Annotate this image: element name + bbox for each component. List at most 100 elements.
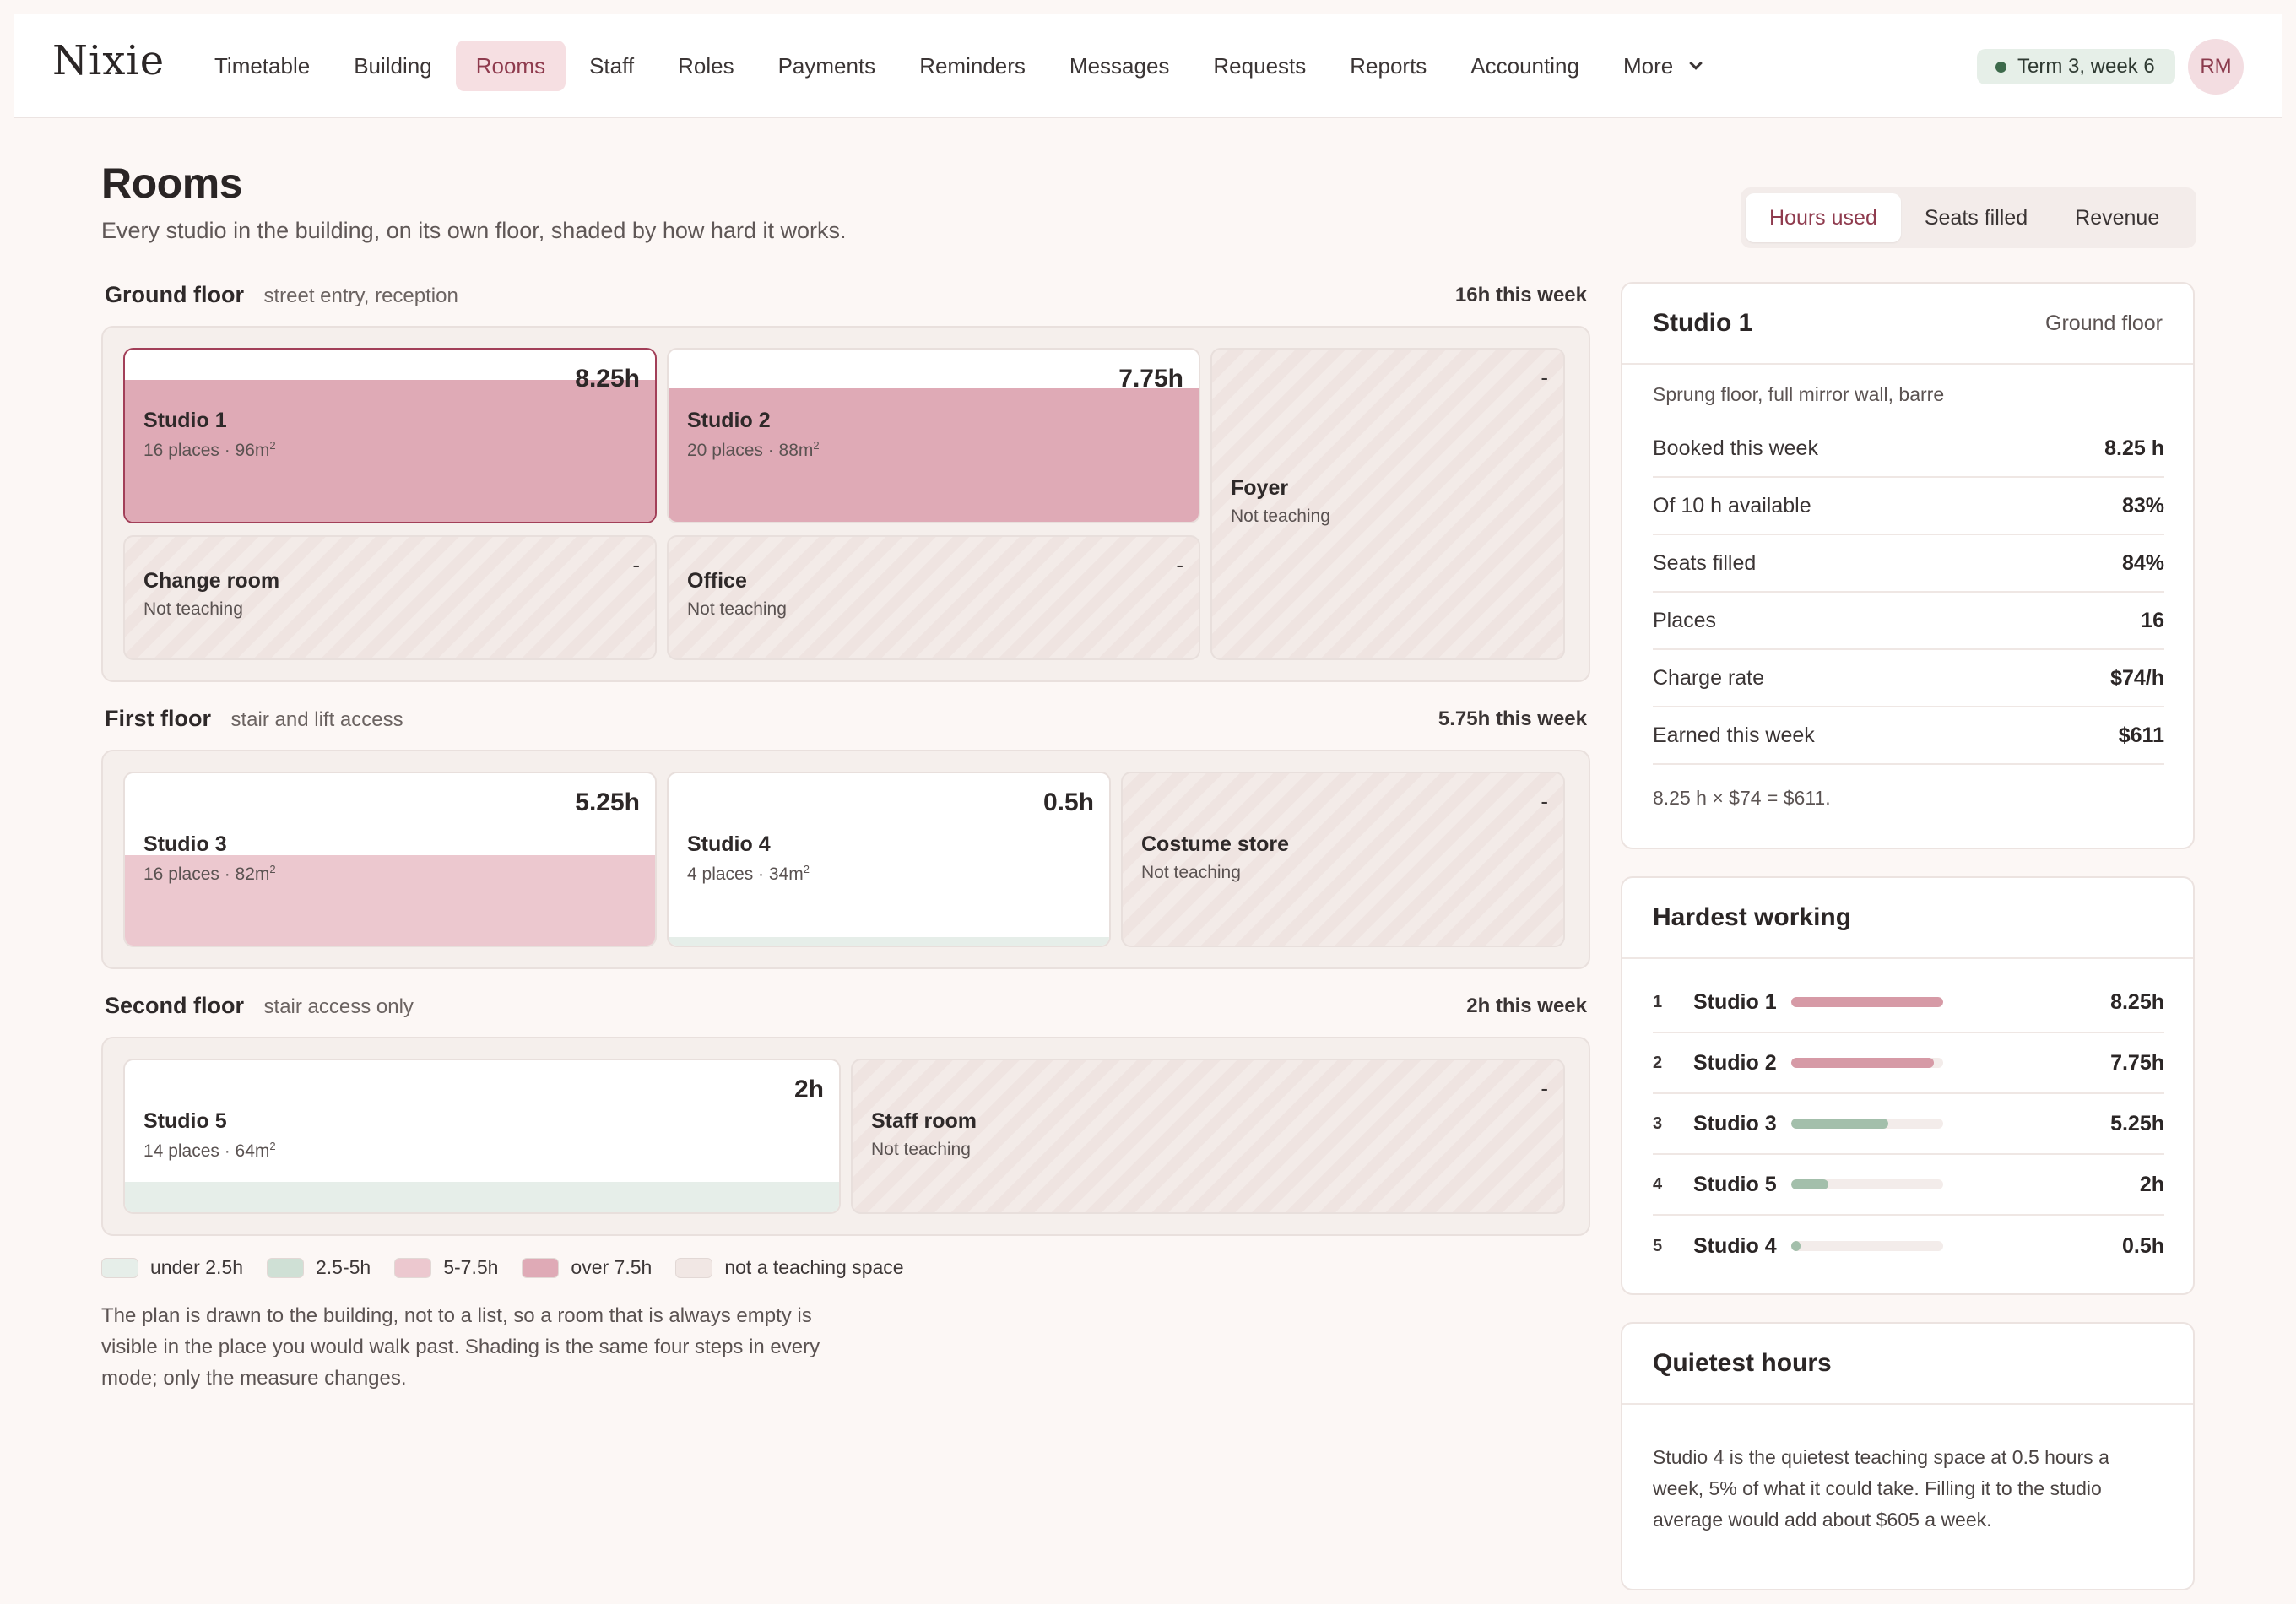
stat-value: 84% bbox=[2121, 550, 2164, 575]
floor-desc: stair and lift access bbox=[230, 708, 403, 731]
user-avatar[interactable]: RM bbox=[2188, 39, 2244, 95]
page-subtitle: Every studio in the building, on its own… bbox=[101, 218, 847, 243]
rank-bar bbox=[1791, 1119, 1888, 1129]
room-value: - bbox=[1541, 365, 1548, 390]
room-name: Studio 1 bbox=[144, 409, 227, 432]
room-name: Studio 2 bbox=[687, 409, 771, 432]
nav-reminders[interactable]: Reminders bbox=[899, 41, 1046, 91]
room-studio-2[interactable]: 7.75h Studio 2 20 places · 88m2 bbox=[667, 348, 1200, 523]
nav-roles[interactable]: Roles bbox=[658, 41, 754, 91]
room-office[interactable]: - Office Not teaching bbox=[667, 535, 1200, 660]
legend-item: 5-7.5h bbox=[394, 1256, 498, 1279]
floor-total: 16h this week bbox=[1454, 284, 1587, 306]
card-header: Studio 1 Ground floor bbox=[1622, 284, 2193, 365]
nav-more-menu[interactable]: More bbox=[1603, 41, 1718, 91]
rank-value: 7.75h bbox=[2110, 1050, 2164, 1075]
legend-label: under 2.5h bbox=[150, 1256, 243, 1278]
rank-number: 2 bbox=[1653, 1053, 1663, 1072]
term-label: Term 3, week 6 bbox=[2017, 55, 2155, 78]
rank-bar bbox=[1791, 997, 1943, 1007]
room-meta-sup: 2 bbox=[813, 439, 820, 452]
rank-row[interactable]: 3 Studio 3 5.25h bbox=[1653, 1094, 2164, 1155]
nav-reports[interactable]: Reports bbox=[1329, 41, 1447, 91]
nav-rooms[interactable]: Rooms bbox=[455, 41, 566, 91]
shading-legend: under 2.5h 2.5-5h 5-7.5h over 7.5h not a… bbox=[101, 1256, 928, 1279]
rank-room-name: Studio 3 bbox=[1693, 1111, 1777, 1135]
main-nav: Timetable Building Rooms Staff Roles Pay… bbox=[194, 41, 1721, 91]
stat-label: Charge rate bbox=[1653, 665, 1765, 690]
stat-row: Earned this week $611 bbox=[1653, 707, 2164, 765]
room-meta: Not teaching bbox=[1231, 507, 1330, 526]
nav-messages[interactable]: Messages bbox=[1049, 41, 1190, 91]
mode-seats-filled[interactable]: Seats filled bbox=[1901, 193, 2051, 242]
room-name: Office bbox=[687, 569, 747, 593]
rank-bar-track bbox=[1791, 1179, 1943, 1189]
nav-requests[interactable]: Requests bbox=[1193, 41, 1326, 91]
nav-accounting[interactable]: Accounting bbox=[1450, 41, 1600, 91]
room-foyer[interactable]: - Foyer Not teaching bbox=[1210, 348, 1565, 660]
page-title: Rooms bbox=[101, 160, 242, 207]
room-name: Costume store bbox=[1141, 832, 1290, 856]
rank-row[interactable]: 1 Studio 1 8.25h bbox=[1653, 973, 2164, 1033]
room-value: - bbox=[1176, 552, 1183, 577]
stat-row: Booked this week 8.25 h bbox=[1653, 420, 2164, 478]
mode-revenue[interactable]: Revenue bbox=[2051, 193, 2183, 242]
room-meta: 4 places · 34m2 bbox=[687, 863, 810, 885]
rank-value: 5.25h bbox=[2110, 1111, 2164, 1135]
room-studio-1[interactable]: 8.25h Studio 1 16 places · 96m2 bbox=[123, 348, 657, 523]
room-meta-text: 14 places · 64m bbox=[144, 1141, 270, 1161]
legend-item: 2.5-5h bbox=[266, 1256, 371, 1279]
rank-value: 0.5h bbox=[2121, 1233, 2164, 1258]
rank-bar-track bbox=[1791, 1119, 1943, 1129]
nav-building[interactable]: Building bbox=[333, 41, 452, 91]
card-title: Quietest hours bbox=[1653, 1349, 1832, 1377]
rank-row[interactable]: 2 Studio 2 7.75h bbox=[1653, 1033, 2164, 1094]
stat-row: Charge rate $74/h bbox=[1653, 650, 2164, 707]
floor-name: Second floor bbox=[105, 993, 245, 1018]
nav-timetable[interactable]: Timetable bbox=[194, 41, 330, 91]
floor-plan-ground: 8.25h Studio 1 16 places · 96m2 7.75h St… bbox=[101, 326, 1590, 682]
room-studio-3[interactable]: 5.25h Studio 3 16 places · 82m2 bbox=[123, 772, 657, 947]
legend-swatch bbox=[522, 1257, 560, 1278]
earnings-formula: 8.25 h × $74 = $611. bbox=[1653, 787, 1831, 809]
rank-row[interactable]: 4 Studio 5 2h bbox=[1653, 1155, 2164, 1216]
app-logo[interactable]: Nixie bbox=[52, 37, 165, 84]
legend-note: The plan is drawn to the building, not t… bbox=[101, 1304, 820, 1390]
floor-name: First floor bbox=[105, 706, 211, 731]
room-studio-4[interactable]: 0.5h Studio 4 4 places · 34m2 bbox=[667, 772, 1111, 947]
rank-bar-track bbox=[1791, 1241, 1943, 1251]
usage-fill bbox=[669, 936, 1109, 946]
room-meta: 14 places · 64m2 bbox=[144, 1140, 276, 1162]
room-meta-text: 4 places · 34m bbox=[687, 864, 804, 884]
room-value: 0.5h bbox=[1042, 788, 1094, 816]
hardest-working-card: Hardest working 1 Studio 1 8.25h 2 Studi… bbox=[1621, 876, 2195, 1295]
rank-bar bbox=[1791, 1058, 1935, 1068]
mode-hours-used[interactable]: Hours used bbox=[1746, 193, 1901, 242]
rank-row[interactable]: 5 Studio 4 0.5h bbox=[1653, 1216, 2164, 1276]
quietest-summary: Studio 4 is the quietest teaching space … bbox=[1653, 1446, 2109, 1531]
room-studio-5[interactable]: 2h Studio 5 14 places · 64m2 bbox=[123, 1059, 841, 1214]
room-staff-room[interactable]: - Staff room Not teaching bbox=[851, 1059, 1565, 1214]
room-change-room[interactable]: - Change room Not teaching bbox=[123, 535, 657, 660]
legend-label: 5-7.5h bbox=[443, 1256, 499, 1278]
room-meta: Not teaching bbox=[871, 1140, 971, 1159]
room-costume-store[interactable]: - Costume store Not teaching bbox=[1121, 772, 1565, 947]
stat-label: Earned this week bbox=[1653, 723, 1815, 747]
room-value: 5.25h bbox=[575, 788, 640, 816]
room-value: 8.25h bbox=[575, 365, 640, 393]
nav-staff[interactable]: Staff bbox=[569, 41, 654, 91]
floor-desc: street entry, reception bbox=[263, 284, 458, 307]
room-name: Studio 3 bbox=[144, 832, 227, 856]
room-name: Studio 4 bbox=[687, 832, 771, 856]
legend-label: not a teaching space bbox=[724, 1256, 904, 1278]
nav-payments[interactable]: Payments bbox=[758, 41, 896, 91]
room-meta-sup: 2 bbox=[269, 863, 276, 875]
room-value: - bbox=[1541, 788, 1548, 814]
floor-header-ground: Ground floor street entry, reception 16h… bbox=[105, 282, 1587, 316]
legend-item: not a teaching space bbox=[675, 1256, 904, 1279]
room-meta: Not teaching bbox=[687, 599, 787, 619]
room-meta: 20 places · 88m2 bbox=[687, 439, 820, 461]
floor-name: Ground floor bbox=[105, 282, 244, 307]
term-badge: Term 3, week 6 bbox=[1977, 49, 2175, 84]
stat-label: Booked this week bbox=[1653, 436, 1818, 460]
